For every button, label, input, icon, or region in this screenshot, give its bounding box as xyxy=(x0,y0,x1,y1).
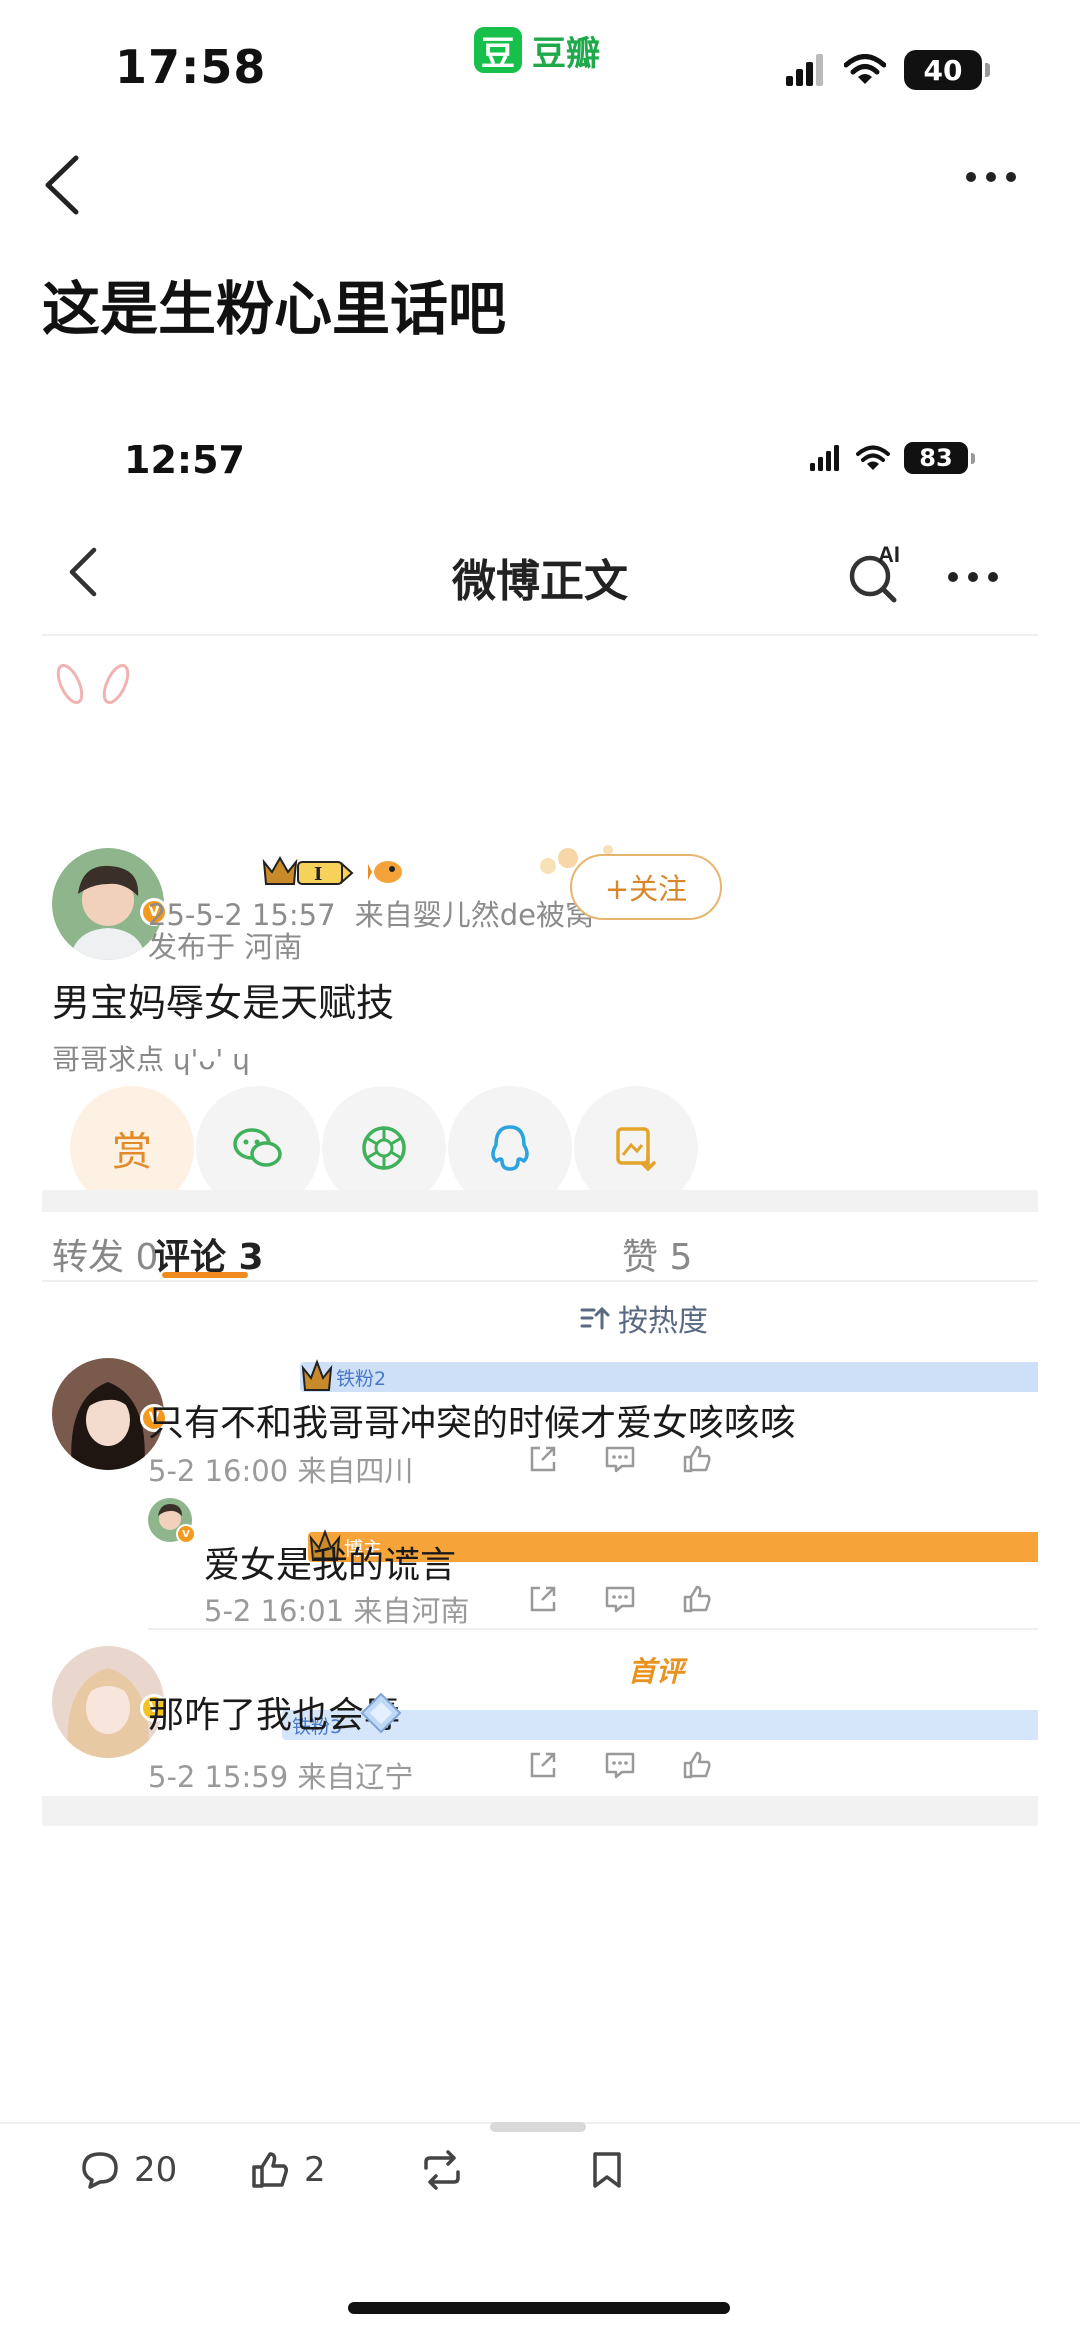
battery-indicator: 83 xyxy=(904,442,975,474)
wechat-icon xyxy=(233,1128,282,1167)
post-source[interactable]: 来自婴儿然de被窝 xyxy=(355,898,594,932)
crown-icon xyxy=(301,1359,333,1391)
bottom-comment-button[interactable]: 20 xyxy=(80,2150,177,2190)
save-image-icon xyxy=(616,1127,656,1171)
reply-text: 爱女是我的谎言 xyxy=(204,1545,457,1586)
comment-meta: 5-2 16:00 来自四川 xyxy=(148,1454,414,1488)
comment-icon[interactable] xyxy=(604,1584,636,1614)
bottom-like-button[interactable]: 2 xyxy=(250,2150,326,2190)
like-icon[interactable] xyxy=(682,1444,712,1474)
douban-logo-icon: 豆 xyxy=(474,27,522,74)
divider xyxy=(42,1280,1038,1282)
ai-label: AI xyxy=(878,542,900,567)
battery-level: 83 xyxy=(919,444,953,472)
repost-icon xyxy=(424,2150,460,2190)
sheet-handle[interactable] xyxy=(490,2122,586,2132)
follow-button[interactable]: +关注 xyxy=(570,854,722,920)
ai-search-icon[interactable]: AI xyxy=(842,540,908,606)
app-indicator: 豆 豆瓣 xyxy=(474,26,600,74)
divider xyxy=(42,634,1038,636)
level-label: I xyxy=(314,864,322,885)
status-time: 17:58 xyxy=(115,40,267,94)
bookmark-icon xyxy=(593,2152,621,2188)
section-gap xyxy=(42,1190,1038,1212)
status-indicators: 40 xyxy=(786,50,990,90)
embedded-screenshot: 12:57 83 微博正文 AI V I 25-5-2 15:57 来自婴儿然d… xyxy=(42,400,1038,2120)
comment-actions xyxy=(528,1444,712,1474)
embedded-status-indicators: 83 xyxy=(810,442,975,474)
comment-icon[interactable] xyxy=(604,1750,636,1780)
like-count: 2 xyxy=(304,2150,326,2190)
signal-icon xyxy=(786,54,823,86)
reward-label: 赏 xyxy=(112,1129,152,1175)
bunny-ears-decoration-icon xyxy=(56,663,130,705)
tab-likes[interactable]: 赞 5 xyxy=(622,1228,692,1280)
signal-icon xyxy=(810,445,839,471)
embedded-status-time: 12:57 xyxy=(124,438,245,482)
reward-hint: 哥哥求点 ɥ'ᴗ' ɥ xyxy=(52,1043,250,1076)
wifi-icon xyxy=(856,445,890,470)
like-icon[interactable] xyxy=(682,1584,712,1614)
first-comment-tag: 首评 xyxy=(628,1655,685,1688)
wifi-icon xyxy=(844,54,886,84)
fish-badge-icon xyxy=(368,861,402,883)
battery-level: 40 xyxy=(923,53,963,87)
back-icon[interactable] xyxy=(40,150,84,220)
reply-actions xyxy=(528,1584,712,1614)
post-location: 发布于 河南 xyxy=(148,930,303,964)
comment-meta: 5-2 15:59 来自辽宁 xyxy=(148,1760,414,1794)
battery-indicator: 40 xyxy=(904,50,990,90)
comment-count: 20 xyxy=(134,2150,178,2190)
comment-text: 只有不和我哥哥冲突的时候才爱女咳咳咳 xyxy=(148,1403,797,1444)
page-title: 这是生粉心里话吧 xyxy=(42,275,507,343)
divider xyxy=(148,1628,1038,1630)
comment-actions xyxy=(528,1750,712,1780)
tab-repost[interactable]: 转发 0 xyxy=(52,1228,158,1280)
active-tab-indicator xyxy=(162,1272,248,1278)
post-content: 男宝妈辱女是天赋技 xyxy=(52,981,395,1025)
bottom-repost-button[interactable] xyxy=(420,2150,464,2190)
sort-icon xyxy=(580,1306,610,1330)
comment-icon[interactable] xyxy=(604,1444,636,1474)
bottom-bookmark-button[interactable] xyxy=(590,2150,624,2190)
reply-meta: 5-2 16:01 来自河南 xyxy=(204,1594,470,1628)
home-indicator[interactable] xyxy=(348,2302,730,2314)
more-options-icon[interactable] xyxy=(948,572,998,582)
qq-penguin-icon xyxy=(491,1125,529,1171)
fan-badge-label: 铁粉2 xyxy=(336,1367,387,1390)
like-icon[interactable] xyxy=(682,1750,712,1780)
verified-badge-icon: V xyxy=(176,1524,196,1544)
section-gap xyxy=(42,1796,1038,1826)
sort-label: 按热度 xyxy=(618,1304,708,1339)
app-name: 豆瓣 xyxy=(532,33,600,74)
share-icon[interactable] xyxy=(528,1584,558,1614)
moments-aperture-icon xyxy=(362,1126,406,1170)
member-level-badge-icon: I xyxy=(262,855,354,885)
comment-bubble-icon xyxy=(82,2152,118,2189)
thumbs-up-icon xyxy=(252,2152,288,2188)
sort-toggle[interactable]: 按热度 xyxy=(580,1296,708,1340)
share-icon[interactable] xyxy=(528,1444,558,1474)
diamond-sticker-icon xyxy=(360,1692,402,1734)
fan-level-badge: 铁粉2 xyxy=(300,1359,1038,1392)
more-options-icon[interactable] xyxy=(966,172,1016,182)
share-icon[interactable] xyxy=(528,1750,558,1780)
